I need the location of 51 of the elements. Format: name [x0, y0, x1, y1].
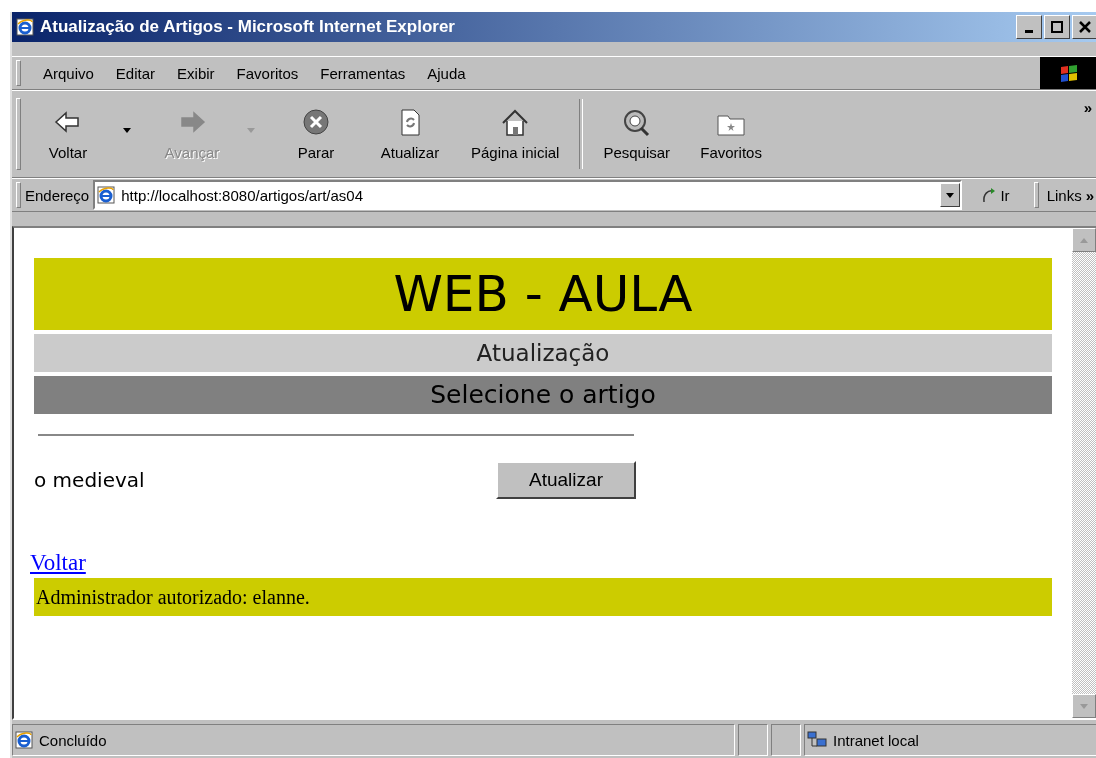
toolbar-button[interactable]: Página inicial [457, 107, 574, 161]
caret-icon [247, 127, 255, 133]
browser-icon [16, 18, 34, 36]
subtitle-bar: Atualização [34, 334, 1052, 372]
menu-item[interactable]: Arquivo [43, 64, 94, 82]
minimize-icon [1025, 29, 1033, 33]
more-button[interactable]: » [1085, 186, 1096, 204]
close-icon [1079, 21, 1091, 33]
page-icon [97, 186, 116, 204]
toolbar-button[interactable]: Atualizar [363, 107, 457, 161]
links-button[interactable]: Links [1042, 186, 1082, 204]
toolbar-button[interactable]: Pesquisar [589, 107, 685, 161]
status-text: Concluído [39, 731, 107, 749]
up-arrow-icon [1080, 237, 1088, 243]
banner: WEB - AULA [34, 258, 1052, 330]
toolbar-button[interactable]: Parar [269, 107, 363, 161]
menu-item[interactable]: Favoritos [236, 64, 299, 82]
page-icon [15, 731, 33, 749]
back-link[interactable]: Voltar [30, 550, 86, 576]
minimize-button[interactable] [1016, 15, 1042, 39]
address-field[interactable]: http://localhost:8080/artigos/art/as04 [93, 180, 963, 210]
caret-icon [123, 127, 131, 133]
maximize-button[interactable] [1044, 15, 1070, 39]
status-pane [771, 724, 801, 756]
scroll-down-button[interactable] [1072, 694, 1096, 718]
maximize-icon [1051, 21, 1063, 33]
go-button[interactable]: Ir [966, 186, 1030, 204]
windows-logo-icon [1058, 63, 1080, 83]
window-title: Atualização de Artigos - Microsoft Internet Explorer [40, 17, 456, 37]
footer-bar: Administrador autorizado: elanne. [34, 578, 1052, 616]
more-button[interactable]: » [1083, 99, 1092, 116]
network-icon [807, 731, 827, 749]
toolbar-button[interactable]: Voltar [21, 107, 145, 161]
menu-item[interactable]: Ajuda [427, 64, 466, 82]
heading-bar: Selecione o artigo [34, 376, 1052, 414]
status-pane [738, 724, 768, 756]
article-title: o medieval [34, 468, 146, 492]
caret-icon [946, 192, 955, 198]
down-arrow-icon [1080, 703, 1088, 709]
stop-icon [300, 107, 332, 138]
toolbar-button[interactable]: Favoritos [684, 107, 779, 161]
menu-item[interactable]: Ferramentas [320, 64, 406, 82]
dropdown-button[interactable] [940, 183, 961, 207]
update-button[interactable]: Atualizar [496, 461, 636, 499]
close-button[interactable] [1072, 15, 1096, 39]
address-label: Endereço [25, 186, 90, 204]
scroll-up-button[interactable] [1072, 228, 1096, 252]
scrollbar[interactable] [1072, 228, 1096, 718]
menu-item[interactable]: Editar [115, 64, 156, 82]
menu-item[interactable]: Exibir [177, 64, 215, 82]
zone-text: Intranet local [833, 731, 919, 749]
